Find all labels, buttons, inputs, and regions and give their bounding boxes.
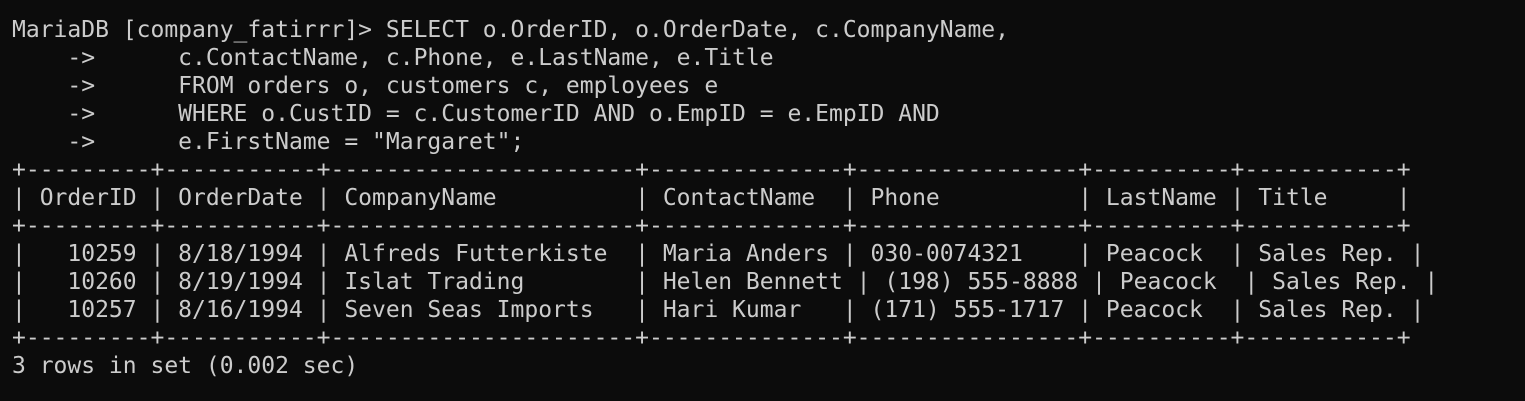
query-line-1: MariaDB [company_fatirrr]> SELECT o.Orde… (12, 16, 1525, 44)
query-text: FROM orders o, customers c, employees e (178, 73, 719, 99)
query-text: WHERE o.CustID = c.CustomerID AND o.EmpI… (178, 101, 940, 127)
table-border-mid: +---------+-----------+-----------------… (12, 213, 1411, 239)
query-text: e.FirstName = "Margaret"; (178, 129, 525, 155)
query-line-5: -> e.FirstName = "Margaret"; (12, 128, 1525, 156)
table-row: | 10259 | 8/18/1994 | Alfreds Futterkist… (12, 241, 1425, 267)
query-line-2: -> c.ContactName, c.Phone, e.LastName, e… (12, 44, 1525, 72)
query-line-4: -> WHERE o.CustID = c.CustomerID AND o.E… (12, 100, 1525, 128)
mariadb-prompt: MariaDB [company_fatirrr]> (12, 17, 386, 43)
continuation-prompt: -> (12, 73, 179, 99)
table-header-row: | OrderID | OrderDate | CompanyName | Co… (12, 185, 1411, 211)
result-footer: 3 rows in set (0.002 sec) (12, 353, 359, 379)
continuation-prompt: -> (12, 129, 179, 155)
query-text: c.ContactName, c.Phone, e.LastName, e.Ti… (178, 45, 774, 71)
continuation-prompt: -> (12, 101, 179, 127)
table-border-top: +---------+-----------+-----------------… (12, 157, 1411, 183)
query-line-3: -> FROM orders o, customers c, employees… (12, 72, 1525, 100)
query-text: SELECT o.OrderID, o.OrderDate, c.Company… (385, 17, 1009, 43)
table-border-bottom: +---------+-----------+-----------------… (12, 325, 1411, 351)
table-row: | 10260 | 8/19/1994 | Islat Trading | He… (12, 269, 1439, 295)
terminal-window[interactable]: MariaDB [company_fatirrr]> SELECT o.Orde… (0, 0, 1525, 401)
continuation-prompt: -> (12, 45, 179, 71)
table-row: | 10257 | 8/16/1994 | Seven Seas Imports… (12, 297, 1425, 323)
